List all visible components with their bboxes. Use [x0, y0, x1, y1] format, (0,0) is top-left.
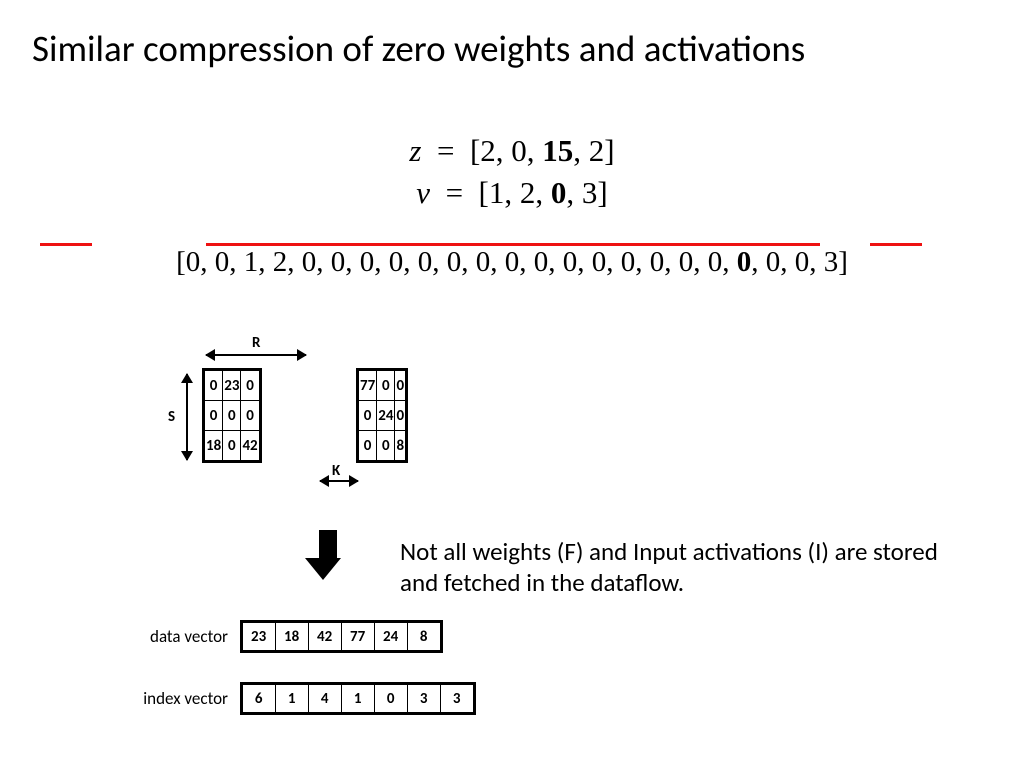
arrow-K — [320, 480, 358, 482]
arrow-R — [206, 354, 306, 356]
eqn-v-vals: [1, 2, 0, 3] — [479, 175, 608, 210]
eqn-z-var: z — [409, 133, 421, 168]
eqn-z-vals: [2, 0, 15, 2] — [470, 133, 615, 168]
slide-title: Similar compression of zero weights and … — [32, 26, 805, 71]
index-vector-row: index vector 614 103 3 — [118, 682, 476, 715]
label-R: R — [252, 334, 260, 352]
label-K: K — [332, 462, 340, 480]
eqn-v: v = [1, 2, 0, 3] — [0, 172, 1024, 214]
matrix-right: 7700 0240 008 — [356, 368, 408, 463]
index-vector-label: index vector — [118, 688, 228, 709]
body-text: Not all weights (F) and Input activation… — [400, 536, 970, 599]
eqn-z: z = [2, 0, 15, 2] — [0, 130, 1024, 172]
index-vector: 614 103 3 — [240, 682, 476, 715]
data-vector: 231842 77248 — [240, 620, 443, 653]
data-vector-label: data vector — [118, 626, 228, 647]
data-vector-row: data vector 231842 77248 — [118, 620, 443, 653]
matrix-left: 0230 000 18042 — [202, 368, 262, 463]
eqn-v-var: v — [416, 175, 430, 210]
expanded-vector: [0, 0, 1, 2, 0, 0, 0, 0, 0, 0, 0, 0, 0, … — [0, 246, 1024, 279]
equations: z = [2, 0, 15, 2] v = [1, 2, 0, 3] — [0, 130, 1024, 214]
label-S: S — [168, 408, 175, 426]
arrow-S — [186, 374, 188, 460]
down-arrow-icon — [314, 530, 341, 580]
